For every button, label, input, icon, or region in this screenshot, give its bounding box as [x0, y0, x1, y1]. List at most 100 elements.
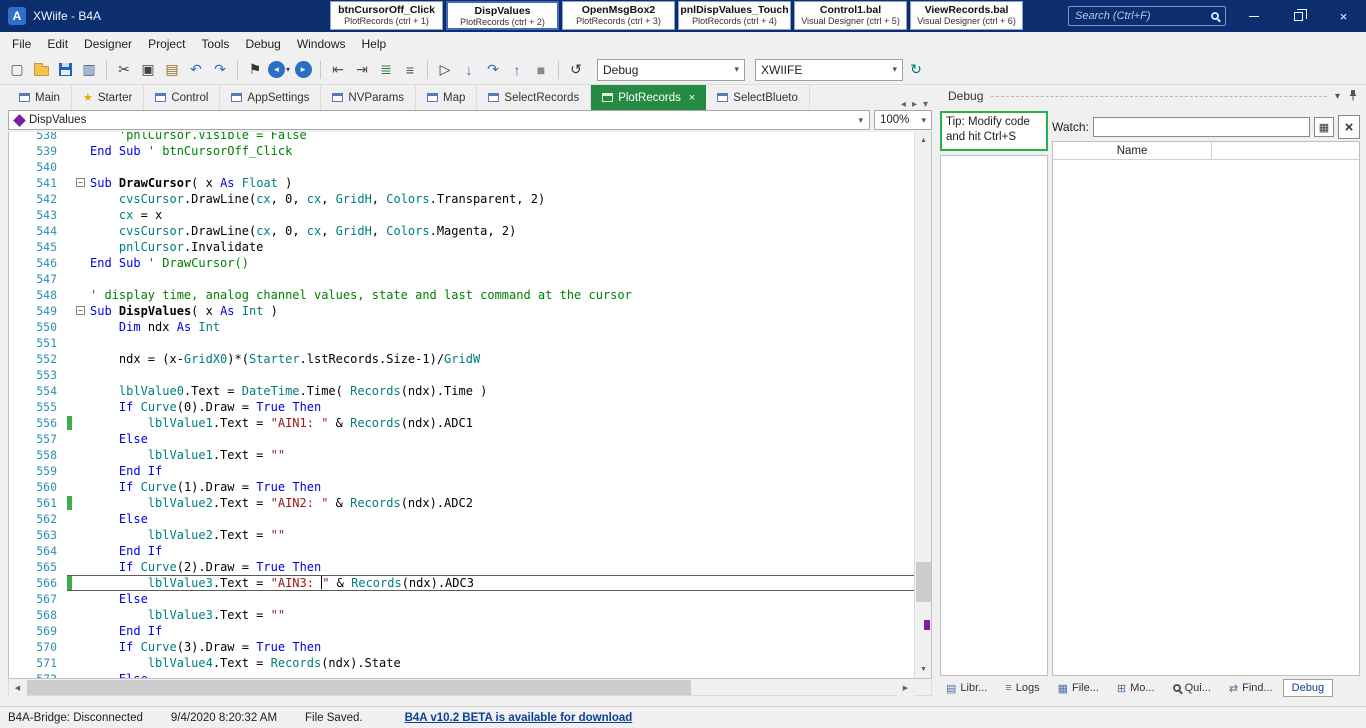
code-line[interactable]: 561 lblValue2.Text = "AIN2: " & Records(… [9, 495, 916, 511]
code-line[interactable]: 547 [9, 271, 916, 287]
close-tab-icon[interactable]: × [689, 92, 695, 104]
code-line[interactable]: 552 ndx = (x-GridX0)*(Starter.lstRecords… [9, 351, 916, 367]
restart-icon[interactable]: ↺ [565, 59, 587, 81]
panel-tab-file[interactable]: ▦File... [1050, 680, 1107, 697]
code-line[interactable]: 563 lblValue2.Text = "" [9, 527, 916, 543]
code-line[interactable]: 540 [9, 159, 916, 175]
scroll-down-icon[interactable]: ▼ [915, 661, 932, 678]
bookmark-icon[interactable]: ⚑ [244, 59, 266, 81]
scroll-left-icon[interactable]: ◀ [9, 679, 26, 696]
open-project-icon[interactable] [30, 59, 52, 81]
code-line[interactable]: 568 lblValue3.Text = "" [9, 607, 916, 623]
search-icon[interactable] [1211, 12, 1219, 20]
code-area[interactable]: 538 'pnlCursor.Visible = False539End Sub… [8, 132, 932, 679]
step-into-icon[interactable]: ↓ [458, 59, 480, 81]
menu-file[interactable]: File [4, 34, 39, 54]
code-line[interactable]: 550 Dim ndx As Int [9, 319, 916, 335]
code-line[interactable]: 546End Sub ' DrawCursor() [9, 255, 916, 271]
code-line[interactable]: 566 lblValue3.Text = "AIN3: " & Records(… [9, 575, 916, 591]
zoom-dropdown[interactable]: 100% ▾ [874, 110, 932, 130]
watch-input[interactable] [1093, 117, 1310, 137]
code-line[interactable]: 549−Sub DispValues( x As Int ) [9, 303, 916, 319]
save-all-icon[interactable]: ▥ [78, 59, 100, 81]
code-line[interactable]: 560 If Curve(1).Draw = True Then [9, 479, 916, 495]
code-line[interactable]: 572 Else [9, 671, 916, 679]
horizontal-scroll-thumb[interactable] [27, 680, 691, 695]
search-box[interactable]: Search (Ctrl+F) [1068, 6, 1226, 26]
menu-project[interactable]: Project [140, 34, 193, 54]
run-icon[interactable]: ▷ [434, 59, 456, 81]
indent-icon[interactable]: ⇥ [351, 59, 373, 81]
bookmark-tab[interactable]: OpenMsgBox2PlotRecords (ctrl + 3) [562, 1, 675, 30]
navigate-forward-icon[interactable]: ▸ [292, 59, 314, 81]
target-module-dropdown[interactable]: XWIIFE ▾ [755, 59, 903, 81]
menu-debug[interactable]: Debug [237, 34, 288, 54]
doc-tab-map[interactable]: Map [416, 85, 477, 110]
doc-tab-selectrecords[interactable]: SelectRecords [477, 85, 591, 110]
menu-designer[interactable]: Designer [76, 34, 140, 54]
tab-scroll-left-icon[interactable]: ◂ [901, 99, 906, 110]
bookmark-tab[interactable]: pnlDispValues_TouchPlotRecords (ctrl + 4… [678, 1, 791, 30]
code-line[interactable]: 538 'pnlCursor.Visible = False [9, 132, 916, 143]
code-line[interactable]: 559 End If [9, 463, 916, 479]
pin-icon[interactable] [1348, 89, 1358, 104]
new-project-icon[interactable]: ▢ [6, 59, 28, 81]
code-line[interactable]: 548' display time, analog channel values… [9, 287, 916, 303]
tab-scroll-right-icon[interactable]: ▸ [912, 99, 917, 110]
vertical-scrollbar[interactable]: ▲ ▼ [914, 132, 931, 678]
bookmark-tab[interactable]: Control1.balVisual Designer (ctrl + 5) [794, 1, 907, 30]
bookmark-tab[interactable]: btnCursorOff_ClickPlotRecords (ctrl + 1) [330, 1, 443, 30]
comment-icon[interactable]: ≣ [375, 59, 397, 81]
code-line[interactable]: 555 If Curve(0).Draw = True Then [9, 399, 916, 415]
doc-tab-appsettings[interactable]: AppSettings [220, 85, 321, 110]
outdent-icon[interactable]: ⇤ [327, 59, 349, 81]
code-line[interactable]: 543 cx = x [9, 207, 916, 223]
code-line[interactable]: 562 Else [9, 511, 916, 527]
doc-tab-selectblueto[interactable]: SelectBlueto [706, 85, 810, 110]
save-icon[interactable] [54, 59, 76, 81]
bookmark-tab[interactable]: DispValuesPlotRecords (ctrl + 2) [446, 1, 559, 30]
scroll-up-icon[interactable]: ▲ [915, 132, 932, 149]
panel-tab-logs[interactable]: ≡Logs [997, 680, 1047, 696]
panel-tab-qui[interactable]: Qui... [1165, 680, 1219, 696]
menu-edit[interactable]: Edit [39, 34, 76, 54]
stop-icon[interactable]: ■ [530, 59, 552, 81]
cut-icon[interactable]: ✂ [113, 59, 135, 81]
code-line[interactable]: 551 [9, 335, 916, 351]
code-line[interactable]: 541−Sub DrawCursor( x As Float ) [9, 175, 916, 191]
copy-icon[interactable]: ▣ [137, 59, 159, 81]
vertical-scroll-thumb[interactable] [916, 562, 931, 602]
collapse-icon[interactable]: − [76, 178, 85, 187]
code-line[interactable]: 571 lblValue4.Text = Records(ndx).State [9, 655, 916, 671]
menu-windows[interactable]: Windows [289, 34, 354, 54]
step-out-icon[interactable]: ↑ [506, 59, 528, 81]
code-line[interactable]: 564 End If [9, 543, 916, 559]
panel-tab-mo[interactable]: ⊞Mo... [1109, 680, 1163, 697]
bookmark-tab[interactable]: ViewRecords.balVisual Designer (ctrl + 6… [910, 1, 1023, 30]
scroll-right-icon[interactable]: ▶ [897, 679, 914, 696]
code-line[interactable]: 542 cvsCursor.DrawLine(cx, 0, cx, GridH,… [9, 191, 916, 207]
code-line[interactable]: 557 Else [9, 431, 916, 447]
minimize-button[interactable] [1231, 0, 1276, 32]
step-over-icon[interactable]: ↷ [482, 59, 504, 81]
close-button[interactable]: × [1321, 0, 1366, 32]
code-line[interactable]: 570 If Curve(3).Draw = True Then [9, 639, 916, 655]
paste-icon[interactable]: ▤ [161, 59, 183, 81]
collapse-icon[interactable]: − [76, 306, 85, 315]
undo-icon[interactable]: ↶ [185, 59, 207, 81]
procedure-dropdown[interactable]: DispValues ▾ [8, 110, 870, 130]
doc-tab-main[interactable]: Main [8, 85, 72, 110]
panel-tab-find[interactable]: ⇄Find... [1221, 680, 1281, 697]
panel-tab-debug[interactable]: Debug [1283, 679, 1333, 697]
code-line[interactable]: 556 lblValue1.Text = "AIN1: " & Records(… [9, 415, 916, 431]
watch-list[interactable]: Name [1052, 141, 1360, 676]
horizontal-scrollbar[interactable]: ◀ ▶ [8, 679, 932, 696]
uncomment-icon[interactable]: ≡ [399, 59, 421, 81]
menu-help[interactable]: Help [354, 34, 395, 54]
code-line[interactable]: 558 lblValue1.Text = "" [9, 447, 916, 463]
panel-tab-libr[interactable]: ▤Libr... [938, 680, 995, 697]
code-line[interactable]: 567 Else [9, 591, 916, 607]
panel-menu-dropdown-icon[interactable]: ▾ [1335, 91, 1340, 102]
watch-columns-button[interactable]: ▦ [1314, 117, 1334, 137]
code-line[interactable]: 553 [9, 367, 916, 383]
